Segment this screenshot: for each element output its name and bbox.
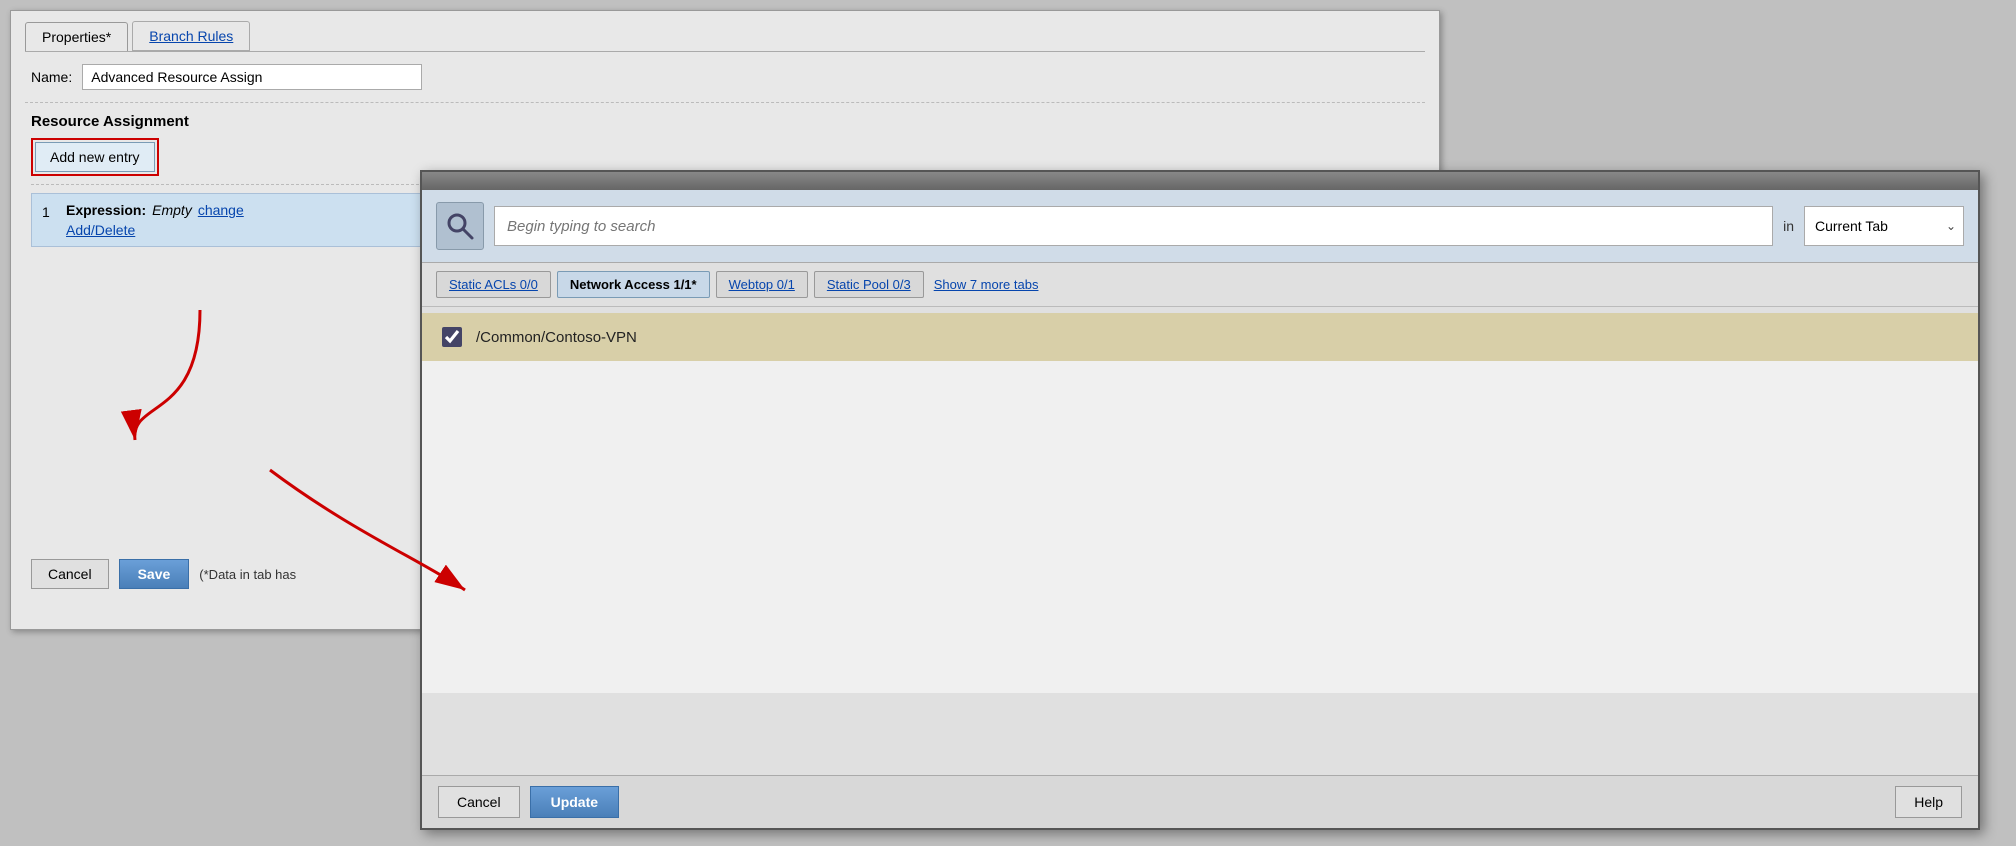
tab-branch-rules[interactable]: Branch Rules <box>132 21 250 51</box>
resource-section-title: Resource Assignment <box>31 113 1419 130</box>
cancel-button[interactable]: Cancel <box>31 559 109 589</box>
scope-select[interactable]: Current Tab All Tabs <box>1804 206 1964 246</box>
popup-bottom: Cancel Update Help <box>422 775 1978 828</box>
search-row: in Current Tab All Tabs ⌄ <box>422 190 1978 262</box>
bottom-buttons: Cancel Save (*Data in tab has <box>31 559 296 589</box>
add-delete-link[interactable]: Add/Delete <box>66 222 135 238</box>
popup-update-button[interactable]: Update <box>530 786 619 818</box>
expression-label: Expression: <box>66 202 146 218</box>
popup-dialog: in Current Tab All Tabs ⌄ Static ACLs 0/… <box>420 170 1980 830</box>
popup-tabs-row: Static ACLs 0/0 Network Access 1/1* Webt… <box>422 263 1978 307</box>
entry-number: 1 <box>42 202 56 220</box>
popup-content: /Common/Contoso-VPN <box>422 313 1978 693</box>
add-new-entry-button[interactable]: Add new entry <box>35 142 155 172</box>
change-link[interactable]: change <box>198 202 244 218</box>
tabs-row: Properties* Branch Rules <box>11 11 1439 51</box>
item-path: /Common/Contoso-VPN <box>476 329 637 346</box>
expression-value: Empty <box>152 202 192 218</box>
item-checkbox[interactable] <box>442 327 462 347</box>
tab-webtop[interactable]: Webtop 0/1 <box>716 271 808 298</box>
popup-topbar <box>422 172 1978 190</box>
popup-cancel-button[interactable]: Cancel <box>438 786 520 818</box>
checked-item-row: /Common/Contoso-VPN <box>422 313 1978 361</box>
add-entry-btn-wrapper: Add new entry <box>31 138 159 176</box>
name-row: Name: <box>11 52 1439 102</box>
search-icon <box>436 202 484 250</box>
tab-network-access[interactable]: Network Access 1/1* <box>557 271 710 298</box>
data-note: (*Data in tab has <box>199 567 296 582</box>
tab-static-acls[interactable]: Static ACLs 0/0 <box>436 271 551 298</box>
tab-properties[interactable]: Properties* <box>25 22 128 51</box>
popup-help-button[interactable]: Help <box>1895 786 1962 818</box>
save-button[interactable]: Save <box>119 559 190 589</box>
search-input[interactable] <box>494 206 1773 246</box>
tab-static-pool[interactable]: Static Pool 0/3 <box>814 271 924 298</box>
scope-wrapper: Current Tab All Tabs ⌄ <box>1804 206 1964 246</box>
show-more-tabs-link[interactable]: Show 7 more tabs <box>934 277 1039 292</box>
name-label: Name: <box>31 69 72 85</box>
in-label: in <box>1783 218 1794 234</box>
name-input[interactable] <box>82 64 422 90</box>
